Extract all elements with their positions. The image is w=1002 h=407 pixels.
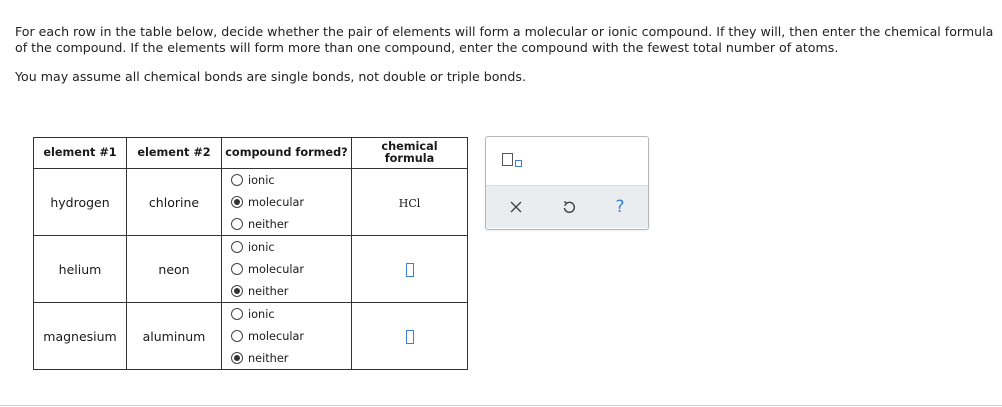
- option-molecular[interactable]: molecular: [231, 258, 351, 280]
- option-molecular[interactable]: molecular: [231, 191, 351, 213]
- neither-radio[interactable]: [231, 218, 243, 230]
- element1-cell: magnesium: [33, 302, 127, 370]
- option-neither[interactable]: neither: [231, 347, 351, 369]
- option-label: ionic: [248, 307, 275, 321]
- option-neither[interactable]: neither: [231, 280, 351, 302]
- instructions-main: For each row in the table below, decide …: [15, 24, 994, 55]
- option-label: molecular: [248, 195, 305, 209]
- compound-options: ionic molecular neither: [221, 302, 352, 370]
- header-compound-formed: compound formed?: [221, 137, 352, 169]
- option-label: molecular: [248, 329, 305, 343]
- neither-radio[interactable]: [231, 285, 243, 297]
- element2-cell: aluminum: [126, 302, 222, 370]
- tool-buttons: ?: [486, 185, 648, 228]
- table-header-row: element #1 element #2 compound formed? c…: [33, 137, 468, 169]
- option-label: neither: [248, 351, 289, 365]
- formula-cell[interactable]: [351, 302, 468, 370]
- formula-cell[interactable]: HCl: [351, 168, 468, 236]
- divider: [0, 405, 1002, 406]
- option-ionic[interactable]: ionic: [231, 303, 351, 325]
- option-label: ionic: [248, 240, 275, 254]
- ionic-radio[interactable]: [231, 174, 243, 186]
- subscript-box: [515, 160, 522, 167]
- answer-tool-panel: ?: [485, 136, 649, 230]
- option-ionic[interactable]: ionic: [231, 169, 351, 191]
- table-row: hydrogen chlorine ionic molecular neithe…: [33, 168, 468, 236]
- molecular-radio[interactable]: [231, 196, 243, 208]
- table-row: helium neon ionic molecular neither: [33, 235, 468, 303]
- option-label: neither: [248, 284, 289, 298]
- option-label: neither: [248, 217, 289, 231]
- element2-cell: chlorine: [126, 168, 222, 236]
- option-ionic[interactable]: ionic: [231, 236, 351, 258]
- option-label: molecular: [248, 262, 305, 276]
- header-chemical-formula: chemical formula: [351, 137, 468, 169]
- header-element1: element #1: [33, 137, 127, 169]
- instructions: For each row in the table below, decide …: [15, 24, 995, 85]
- compound-options: ionic molecular neither: [221, 235, 352, 303]
- superscript-subscript-icon[interactable]: [502, 153, 522, 169]
- clear-icon[interactable]: [507, 198, 525, 216]
- help-icon[interactable]: ?: [611, 198, 629, 216]
- element2-cell: neon: [126, 235, 222, 303]
- formula-value[interactable]: HCl: [399, 197, 421, 210]
- compound-options: ionic molecular neither: [221, 168, 352, 236]
- molecular-radio[interactable]: [231, 330, 243, 342]
- instructions-note: You may assume all chemical bonds are si…: [15, 69, 526, 84]
- formula-input[interactable]: [405, 329, 414, 344]
- element1-cell: helium: [33, 235, 127, 303]
- option-neither[interactable]: neither: [231, 213, 351, 235]
- option-label: ionic: [248, 173, 275, 187]
- base-box: [502, 153, 513, 166]
- neither-radio[interactable]: [231, 352, 243, 364]
- formula-input[interactable]: [405, 262, 414, 277]
- table-row: magnesium aluminum ionic molecular neith…: [33, 302, 468, 370]
- ionic-radio[interactable]: [231, 241, 243, 253]
- element1-cell: hydrogen: [33, 168, 127, 236]
- ionic-radio[interactable]: [231, 308, 243, 320]
- option-molecular[interactable]: molecular: [231, 325, 351, 347]
- header-element2: element #2: [126, 137, 222, 169]
- undo-icon[interactable]: [560, 198, 578, 216]
- compound-table: element #1 element #2 compound formed? c…: [33, 137, 468, 370]
- formula-cell[interactable]: [351, 235, 468, 303]
- molecular-radio[interactable]: [231, 263, 243, 275]
